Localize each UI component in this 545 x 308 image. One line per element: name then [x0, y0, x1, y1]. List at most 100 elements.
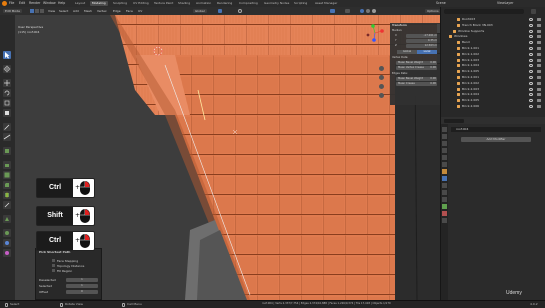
- properties-search-input[interactable]: [444, 118, 464, 123]
- render-tab-icon[interactable]: [442, 134, 447, 139]
- global-toggle[interactable]: Global: [397, 50, 417, 54]
- offset-field[interactable]: 0: [66, 290, 98, 294]
- fill-region-checkbox[interactable]: [52, 269, 55, 272]
- loop-cut-tool-icon[interactable]: [3, 191, 11, 199]
- cursor-tool-icon[interactable]: [3, 65, 11, 73]
- shrink-fatten-tool-icon[interactable]: [3, 249, 11, 257]
- outliner-item[interactable]: Roof.003: [441, 17, 545, 22]
- tab-rendering[interactable]: Rendering: [215, 1, 234, 6]
- vertex-menu[interactable]: Vertex: [97, 9, 107, 13]
- outliner-item[interactable]: Window Supports: [441, 29, 545, 34]
- outliner-item[interactable]: Brick.1.001: [441, 46, 545, 51]
- visibility-eye-icon[interactable]: [529, 52, 533, 56]
- outliner-item[interactable]: Trench Block 3N.003: [441, 23, 545, 28]
- tab-shading[interactable]: Shading: [176, 1, 192, 6]
- add-modifier-button[interactable]: Add Modifier: [461, 137, 531, 142]
- tab-uv-editing[interactable]: UV Editing: [131, 1, 151, 6]
- shading-material-icon[interactable]: [366, 9, 370, 13]
- scale-tool-icon[interactable]: [3, 99, 11, 107]
- add-cube-tool-icon[interactable]: [3, 147, 11, 155]
- visibility-eye-icon[interactable]: [529, 70, 533, 74]
- tab-compositing[interactable]: Compositing: [237, 1, 260, 6]
- render-camera-icon[interactable]: [537, 23, 541, 27]
- zoom-icon[interactable]: [379, 66, 384, 71]
- material-tab-icon[interactable]: [442, 211, 447, 216]
- z-field[interactable]: 12.563 m: [406, 44, 438, 48]
- tab-geometry-nodes[interactable]: Geometry Nodes: [262, 1, 291, 6]
- knife-tool-icon[interactable]: [3, 201, 11, 209]
- visibility-eye-icon[interactable]: [529, 47, 533, 50]
- modifier-tab-icon[interactable]: [442, 176, 447, 181]
- render-camera-icon[interactable]: [537, 87, 541, 91]
- camera-view-icon[interactable]: [379, 84, 384, 89]
- edge-bevel-weight-field[interactable]: Mean Bevel Weight 0.00: [396, 77, 437, 81]
- outliner-item[interactable]: Bend: [441, 40, 545, 45]
- outliner-item[interactable]: Brick.1.004: [441, 63, 545, 68]
- inset-tool-icon[interactable]: [3, 171, 11, 179]
- outliner-item[interactable]: Windows: [441, 34, 545, 39]
- menu-window[interactable]: Window: [43, 1, 56, 5]
- outliner-item[interactable]: Brick.2.003: [441, 87, 545, 92]
- tab-layout[interactable]: Layout: [73, 1, 87, 6]
- render-camera-icon[interactable]: [537, 64, 541, 68]
- outliner-search-input[interactable]: [444, 9, 524, 14]
- mesh-menu[interactable]: Mesh: [84, 9, 92, 13]
- visibility-eye-icon[interactable]: [529, 81, 533, 85]
- outliner-item[interactable]: Brick.2.001: [441, 75, 545, 80]
- world-tab-icon[interactable]: [442, 162, 447, 167]
- constraints-tab-icon[interactable]: [442, 197, 447, 202]
- edge-menu[interactable]: Edge: [113, 9, 121, 13]
- shading-solid-icon[interactable]: [360, 9, 364, 13]
- select-menu[interactable]: Select: [59, 9, 68, 13]
- outliner-item[interactable]: Brick.1.005: [441, 69, 545, 74]
- particles-tab-icon[interactable]: [442, 183, 447, 188]
- menu-help[interactable]: Help: [58, 1, 65, 5]
- navigation-gizmo[interactable]: [365, 23, 385, 43]
- output-tab-icon[interactable]: [442, 141, 447, 146]
- select-box-tool-icon[interactable]: [3, 51, 11, 59]
- tool-tab-icon[interactable]: [442, 127, 447, 132]
- transform-orientation-dropdown[interactable]: Global: [193, 9, 207, 13]
- x-field[interactable]: -17.261 m: [406, 34, 438, 38]
- spin-tool-icon[interactable]: [3, 229, 11, 237]
- pan-icon[interactable]: [379, 75, 384, 80]
- menu-file[interactable]: File: [9, 1, 14, 5]
- data-tab-icon[interactable]: [442, 204, 447, 209]
- proportional-edit-icon[interactable]: [238, 9, 242, 13]
- visibility-eye-icon[interactable]: [529, 58, 533, 62]
- tab-texture-paint[interactable]: Texture Paint: [152, 1, 175, 6]
- texture-tab-icon[interactable]: [442, 218, 447, 223]
- visibility-eye-icon[interactable]: [529, 93, 533, 97]
- visibility-eye-icon[interactable]: [529, 23, 533, 27]
- outliner-item[interactable]: Brick.2.002: [441, 81, 545, 86]
- edge-crease-field[interactable]: Mean Crease 0.00: [396, 82, 437, 86]
- perspective-toggle-icon[interactable]: [379, 93, 384, 98]
- render-camera-icon[interactable]: [537, 52, 541, 56]
- render-camera-icon[interactable]: [537, 93, 541, 97]
- visibility-eye-icon[interactable]: [529, 18, 533, 21]
- edge-select-icon[interactable]: [35, 9, 39, 13]
- vertex-select-icon[interactable]: [30, 9, 34, 13]
- render-camera-icon[interactable]: [537, 105, 541, 108]
- selected-field[interactable]: 1: [66, 284, 98, 288]
- overlay-icon[interactable]: [330, 9, 335, 13]
- measure-tool-icon[interactable]: [3, 133, 11, 141]
- deselected-field[interactable]: 1: [66, 278, 98, 282]
- render-camera-icon[interactable]: [537, 58, 541, 62]
- mean-vertex-crease-field[interactable]: Mean Vertex Crease 0.00: [396, 66, 437, 70]
- y-field[interactable]: 0.35 m: [406, 39, 438, 43]
- visibility-eye-icon[interactable]: [529, 64, 533, 68]
- mean-bevel-weight-field[interactable]: Mean Bevel Weight 0.00: [396, 61, 437, 65]
- local-toggle[interactable]: Local: [417, 50, 437, 54]
- topology-distance-checkbox[interactable]: [52, 264, 55, 267]
- tab-modeling[interactable]: Modeling: [90, 1, 108, 6]
- snap-icon[interactable]: [218, 9, 222, 13]
- visibility-eye-icon[interactable]: [529, 29, 533, 33]
- render-camera-icon[interactable]: [537, 18, 541, 21]
- visibility-eye-icon[interactable]: [529, 41, 533, 45]
- tab-asset-manager[interactable]: Asset Manager: [313, 1, 339, 6]
- visibility-eye-icon[interactable]: [529, 87, 533, 91]
- outliner-item[interactable]: Brick.1.003: [441, 58, 545, 63]
- scene-tab-icon[interactable]: [442, 155, 447, 160]
- view-menu[interactable]: View: [48, 9, 55, 13]
